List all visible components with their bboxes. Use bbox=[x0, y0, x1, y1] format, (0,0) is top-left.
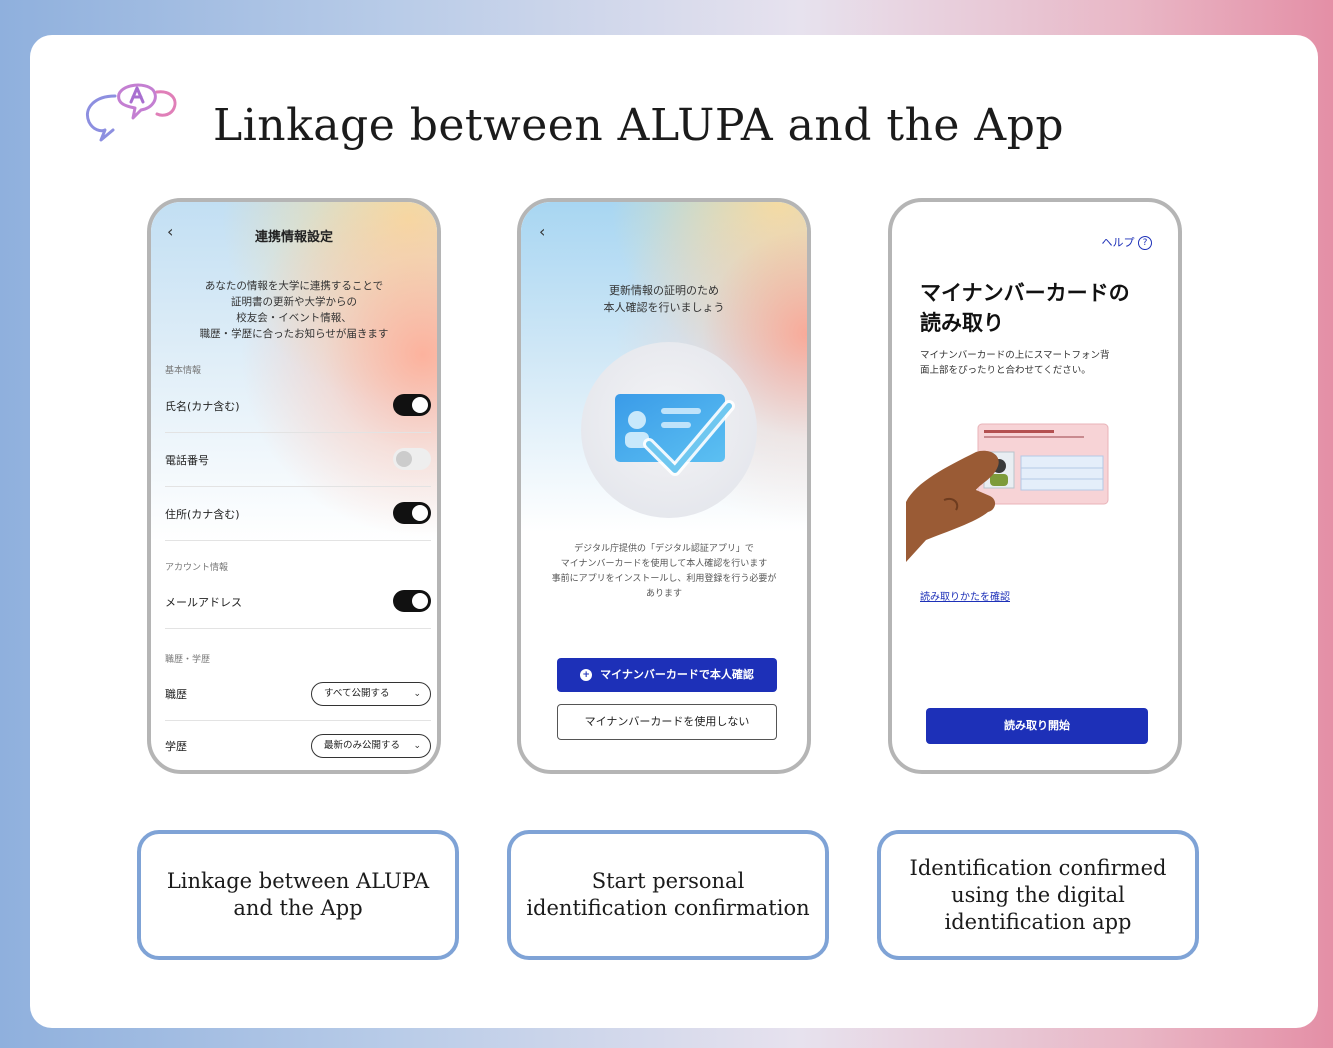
intro-line: 証明書の更新や大学からの bbox=[231, 296, 357, 308]
id-card-check-icon bbox=[581, 342, 757, 518]
row-education: 学歴 最新のみ公開する ⌄ bbox=[165, 720, 431, 770]
row-phone: 電話番号 bbox=[165, 434, 431, 487]
caption-text: Linkage between ALUPA and the App bbox=[166, 869, 430, 920]
headline: 更新情報の証明のため 本人確認を行いましょう bbox=[521, 282, 807, 316]
phone-toggle[interactable] bbox=[393, 448, 431, 470]
phone-screen-identity-start: ‹ 更新情報の証明のため 本人確認を行いましょう デジタル庁提供の「デジタル認証… bbox=[517, 198, 811, 774]
toggle-knob bbox=[412, 397, 428, 413]
help-link[interactable]: ヘルプ ? bbox=[1101, 234, 1152, 250]
caption-box-1: Linkage between ALUPA and the App bbox=[137, 830, 459, 960]
chevron-down-icon: ⌄ bbox=[413, 689, 421, 699]
row-label: 電話番号 bbox=[165, 454, 209, 467]
email-toggle[interactable] bbox=[393, 590, 431, 612]
section-career: 職歴・学歴 bbox=[165, 655, 211, 665]
section-basic-info: 基本情報 bbox=[165, 366, 202, 376]
instruction-line: マイナンバーカードの上にスマートフォン背 bbox=[920, 350, 1110, 361]
button-label: マイナンバーカードで本人確認 bbox=[600, 668, 754, 681]
row-label: 住所(カナ含む) bbox=[165, 508, 240, 521]
row-label: 学歴 bbox=[165, 740, 187, 753]
headline-line: 更新情報の証明のため bbox=[609, 284, 719, 297]
hand-holding-card-illustration bbox=[906, 423, 1109, 562]
skip-mynumber-button[interactable]: マイナンバーカードを使用しない bbox=[557, 704, 777, 740]
screen-heading: マイナンバーカードの 読み取り bbox=[920, 278, 1130, 338]
instruction-line: 面上部をぴったりと合わせてください。 bbox=[920, 365, 1091, 376]
name-toggle[interactable] bbox=[393, 394, 431, 416]
section-account-info: アカウント情報 bbox=[165, 563, 229, 573]
help-label: ヘルプ bbox=[1101, 236, 1135, 249]
page-title: Linkage between ALUPA and the App bbox=[213, 100, 1065, 151]
toggle-knob bbox=[396, 451, 412, 467]
chevron-down-icon: ⌄ bbox=[413, 741, 421, 751]
intro-text: あなたの情報を大学に連携することで 証明書の更新や大学からの 校友会・イベント情… bbox=[159, 278, 429, 342]
row-label: 氏名(カナ含む) bbox=[165, 400, 240, 413]
description-line: マイナンバーカードを使用して本人確認を行います bbox=[560, 559, 768, 569]
education-select[interactable]: 最新のみ公開する ⌄ bbox=[311, 734, 431, 758]
row-name: 氏名(カナ含む) bbox=[165, 380, 431, 433]
start-reading-button[interactable]: 読み取り開始 bbox=[926, 708, 1148, 744]
toggle-knob bbox=[412, 505, 428, 521]
heading-line: 読み取り bbox=[920, 311, 1004, 335]
intro-line: 校友会・イベント情報、 bbox=[236, 312, 352, 324]
job-history-select[interactable]: すべて公開する ⌄ bbox=[311, 682, 431, 706]
caption-box-2: Start personal identification confirmati… bbox=[507, 830, 829, 960]
intro-line: あなたの情報を大学に連携することで bbox=[204, 280, 384, 292]
alupa-logo-icon bbox=[86, 83, 177, 142]
row-email: メールアドレス bbox=[165, 576, 431, 629]
toggle-knob bbox=[412, 593, 428, 609]
caption-text: Start personal identification confirmati… bbox=[526, 869, 810, 920]
instruction-text: マイナンバーカードの上にスマートフォン背 面上部をぴったりと合わせてください。 bbox=[920, 348, 1110, 378]
heading-line: マイナンバーカードの bbox=[920, 281, 1130, 305]
row-label: メールアドレス bbox=[165, 596, 242, 609]
caption-box-3: Identification confirmed using the digit… bbox=[877, 830, 1199, 960]
headline-line: 本人確認を行いましょう bbox=[603, 301, 725, 314]
phone-screen-link-settings: ‹ 連携情報設定 あなたの情報を大学に連携することで 証明書の更新や大学からの … bbox=[147, 198, 441, 774]
row-address: 住所(カナ含む) bbox=[165, 488, 431, 541]
screen-title: 連携情報設定 bbox=[254, 230, 333, 245]
select-value: すべて公開する bbox=[324, 688, 390, 699]
description-line: デジタル庁提供の「デジタル認証アプリ」で bbox=[574, 544, 754, 554]
description-line: あります bbox=[645, 589, 682, 599]
caption-text: Identification confirmed using the digit… bbox=[909, 855, 1167, 934]
row-label: 職歴 bbox=[165, 688, 187, 701]
intro-line: 職歴・学歴に合ったお知らせが届きます bbox=[199, 328, 389, 340]
shield-icon: + bbox=[580, 669, 593, 681]
verify-with-mynumber-button[interactable]: + マイナンバーカードで本人確認 bbox=[557, 658, 777, 692]
phone-screen-card-reading: ヘルプ ? マイナンバーカードの 読み取り マイナンバーカードの上にスマートフォ… bbox=[888, 198, 1182, 774]
address-toggle[interactable] bbox=[393, 502, 431, 524]
description: デジタル庁提供の「デジタル認証アプリ」で マイナンバーカードを使用して本人確認を… bbox=[521, 542, 807, 602]
row-job-history: 職歴 すべて公開する ⌄ bbox=[165, 668, 431, 721]
back-button[interactable]: ‹ bbox=[539, 222, 545, 241]
how-to-read-link[interactable]: 読み取りかたを確認 bbox=[920, 588, 1010, 603]
description-line: 事前にアプリをインストールし、利用登録を行う必要が bbox=[551, 574, 777, 584]
select-value: 最新のみ公開する bbox=[324, 740, 401, 751]
question-circle-icon: ? bbox=[1138, 236, 1152, 250]
